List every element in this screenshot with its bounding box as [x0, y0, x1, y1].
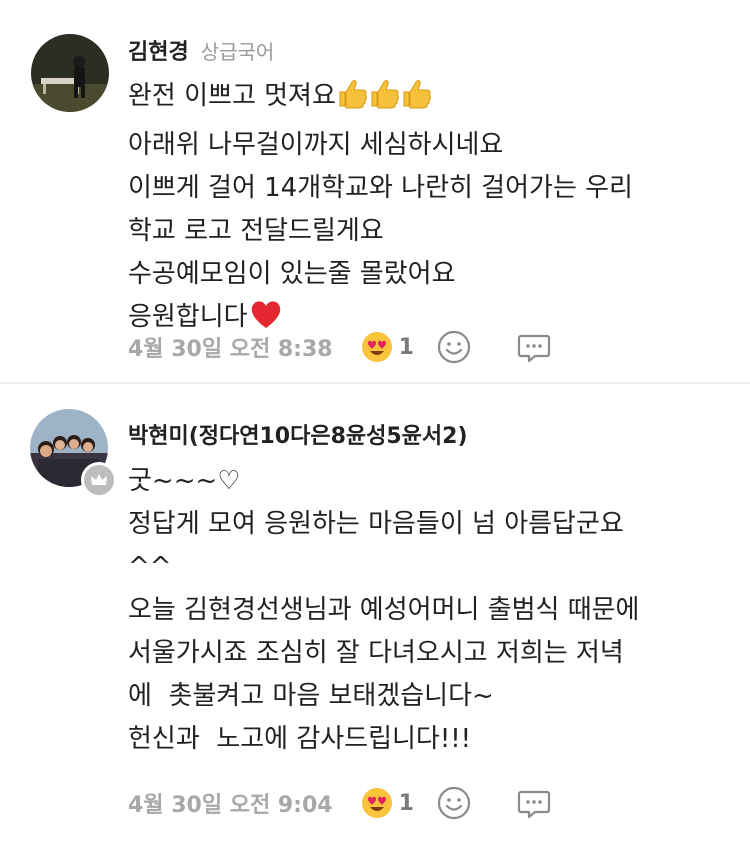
- reaction-count: 1: [398, 334, 414, 360]
- reaction-count: 1: [398, 790, 414, 816]
- timestamp: 4월 30일 오전 8:38: [128, 337, 333, 362]
- comment-meta: 4월 30일 오전 8:38 1: [128, 327, 552, 367]
- comment-body: 완전 이쁘고 멋져요 아래위 나무걸이까지 세심하시네요 이쁘게 걸어 14개학…: [128, 75, 633, 345]
- comment-item: 박현미(정다연10다은8윤성5윤서2) 굿~~~♡ 정답게 모여 응원하는 마음…: [0, 384, 750, 842]
- avatar[interactable]: [31, 34, 109, 112]
- comment-line: 헌신과 노고에 감사드립니다!!!: [128, 724, 472, 754]
- smiley-icon[interactable]: [436, 785, 472, 821]
- comment-line: 굿~~~♡: [128, 466, 241, 496]
- smiley-icon[interactable]: [436, 329, 472, 365]
- comment-line: 에 촛불켜고 마음 보태겠습니다~: [128, 681, 494, 711]
- comment-line: 완전 이쁘고 멋져요: [128, 81, 336, 111]
- comment-meta: 4월 30일 오전 9:04 1: [128, 783, 552, 823]
- comment-item: 김현경 상급국어 완전 이쁘고 멋져요 아래위 나무걸이까지 세심하시네요 이쁘…: [0, 0, 750, 382]
- comment-line: 정답게 모여 응원하는 마음들이 넘 아름답군요: [128, 509, 624, 539]
- author-tag: 상급국어: [200, 40, 275, 64]
- comment-icon[interactable]: [516, 785, 552, 821]
- comment-line: ^^: [128, 552, 172, 582]
- comment-line: 아래위 나무걸이까지 세심하시네요: [128, 130, 504, 160]
- author-name[interactable]: 김현경: [128, 34, 189, 66]
- author-name[interactable]: 박현미(정다연10다은8윤성5윤서2): [128, 418, 468, 450]
- crown-icon: [81, 462, 117, 498]
- heart-eyes-emoji[interactable]: [361, 787, 393, 819]
- timestamp: 4월 30일 오전 9:04: [128, 793, 333, 818]
- comment-icon[interactable]: [516, 329, 552, 365]
- comment-body: 굿~~~♡ 정답게 모여 응원하는 마음들이 넘 아름답군요 ^^ 오늘 김현경…: [128, 460, 639, 761]
- comment-line: 수공예모임이 있는줄 몰랐어요: [128, 259, 456, 289]
- heart-eyes-emoji[interactable]: [361, 331, 393, 363]
- comment-line: 이쁘게 걸어 14개학교와 나란히 걸어가는 우리: [128, 173, 633, 203]
- comment-line: 학교 로고 전달드릴게요: [128, 216, 384, 246]
- comment-line: 서울가시죠 조심히 잘 다녀오시고 저희는 저녁: [128, 638, 624, 668]
- thumbs-up-emoji: [336, 76, 432, 124]
- comment-line: 오늘 김현경선생님과 예성어머니 출범식 때문에: [128, 595, 640, 625]
